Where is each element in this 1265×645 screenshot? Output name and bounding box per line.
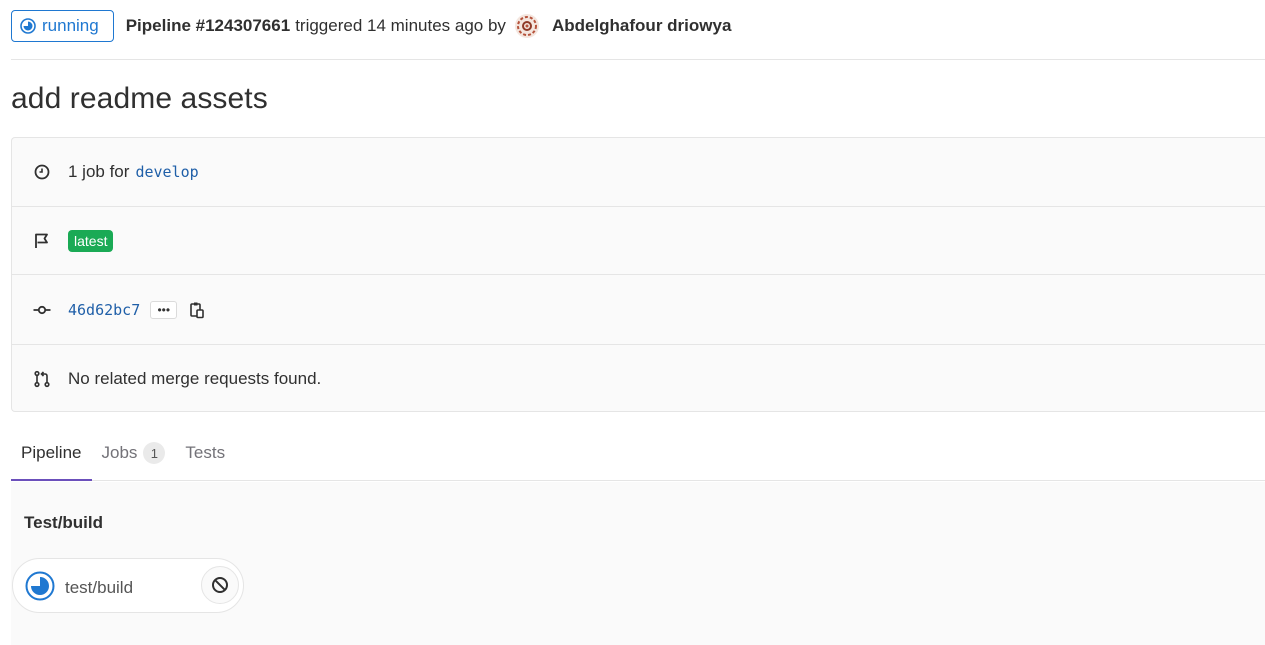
badges-row: latest xyxy=(12,207,1265,275)
pipeline-id: Pipeline #124307661 xyxy=(125,16,291,35)
avatar[interactable] xyxy=(514,13,540,39)
clock-icon xyxy=(32,162,52,182)
commit-sha-link[interactable]: 46d62bc7 xyxy=(68,301,140,319)
merge-requests-row: No related merge requests found. xyxy=(12,345,1265,412)
commit-icon xyxy=(32,300,52,320)
running-icon xyxy=(25,571,55,601)
merge-requests-text: No related merge requests found. xyxy=(68,368,322,388)
merge-request-icon xyxy=(32,369,52,389)
triggered-text: triggered 14 minutes ago by xyxy=(295,16,506,35)
running-icon xyxy=(20,18,36,34)
status-label: running xyxy=(42,16,99,35)
branch-link[interactable]: develop xyxy=(135,163,198,181)
status-badge-running[interactable]: running xyxy=(11,10,114,42)
flag-icon xyxy=(32,231,52,251)
tab-tests[interactable]: Tests xyxy=(175,426,235,480)
copy-icon[interactable] xyxy=(187,300,207,320)
jobs-row: 1 job for develop xyxy=(12,138,1265,207)
page-title: add readme assets xyxy=(11,82,268,115)
tab-jobs[interactable]: Jobs 1 xyxy=(92,426,176,480)
job-name: test/build xyxy=(65,577,134,597)
pipeline-header: running Pipeline #124307661 triggered 14… xyxy=(11,10,1265,42)
tab-jobs-label: Jobs xyxy=(101,443,138,462)
stage-title: Test/build xyxy=(24,513,104,532)
commit-row: 46d62bc7 ••• xyxy=(12,275,1265,345)
header-text: Pipeline #124307661 triggered 14 minutes… xyxy=(125,13,731,39)
divider xyxy=(11,59,1265,60)
latest-badge: latest xyxy=(68,229,114,252)
jobs-count-badge: 1 xyxy=(143,442,166,464)
tab-tests-label: Tests xyxy=(185,443,226,462)
job-item[interactable]: test/build xyxy=(12,558,244,613)
cancel-icon[interactable] xyxy=(201,566,239,604)
tab-pipeline[interactable]: Pipeline xyxy=(11,426,92,481)
pipeline-tabs: Pipeline Jobs 1 Tests xyxy=(11,426,1265,481)
pipeline-graph: Test/build test/build xyxy=(11,482,1265,645)
tab-pipeline-label: Pipeline xyxy=(21,442,82,462)
author-link[interactable]: Abdelghafour driowya xyxy=(552,16,731,36)
pipeline-info-box: 1 job for develop latest 46d62bc7 ••• No… xyxy=(11,137,1265,412)
expand-commit-message-button[interactable]: ••• xyxy=(150,300,178,319)
jobs-count: 1 job for xyxy=(68,162,130,181)
